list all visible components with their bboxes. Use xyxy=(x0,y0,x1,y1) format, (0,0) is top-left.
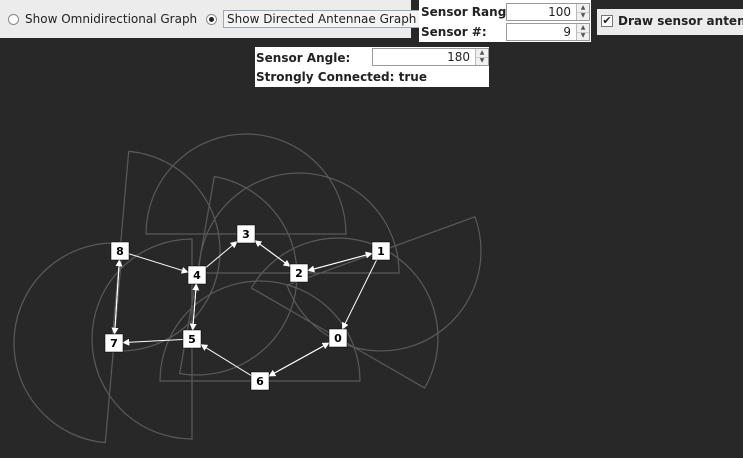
antenna-wedges xyxy=(13,133,482,444)
graph-canvas[interactable]: 0 1 2 3 4 5 6 7 8 xyxy=(0,0,743,458)
sensor-node-label: 4 xyxy=(193,269,201,282)
sensor-node-label: 1 xyxy=(377,245,385,258)
edge-5-to-7 xyxy=(122,338,193,346)
edge-1-to-2 xyxy=(307,250,382,273)
sensor-node-6[interactable]: 6 xyxy=(250,371,270,391)
sensor-node-3[interactable]: 3 xyxy=(236,224,256,244)
antenna-wedge xyxy=(198,172,400,274)
sensor-node-0[interactable]: 0 xyxy=(328,328,348,348)
sensor-node-label: 5 xyxy=(188,333,196,346)
sensor-node-7[interactable]: 7 xyxy=(104,333,124,353)
sensor-node-2[interactable]: 2 xyxy=(289,263,309,283)
sensor-node-label: 0 xyxy=(334,332,342,345)
sensor-node-4[interactable]: 4 xyxy=(187,265,207,285)
sensor-node-label: 6 xyxy=(256,375,264,388)
sensor-node-8[interactable]: 8 xyxy=(110,241,130,261)
graph-edges xyxy=(111,233,382,382)
sensor-node-label: 7 xyxy=(110,337,118,350)
sensor-node-5[interactable]: 5 xyxy=(182,329,202,349)
edge-6-to-0 xyxy=(259,342,330,382)
sensor-node-1[interactable]: 1 xyxy=(371,241,391,261)
antenna-wedge xyxy=(145,133,347,235)
edge-8-to-4 xyxy=(119,250,189,274)
sensor-node-label: 8 xyxy=(116,245,124,258)
sensor-node-label: 2 xyxy=(295,267,303,280)
antenna-wedge xyxy=(286,216,482,352)
sensor-node-label: 3 xyxy=(242,228,250,241)
